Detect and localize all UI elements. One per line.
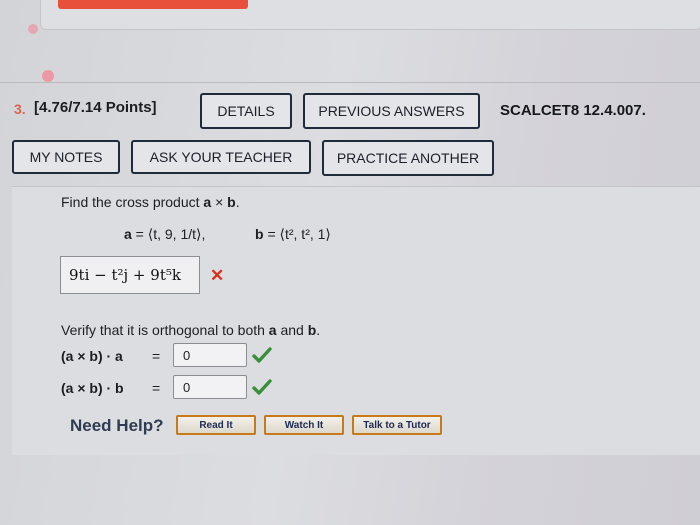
prompt-text: Find the cross product [61, 194, 204, 210]
my-notes-button[interactable]: MY NOTES [12, 140, 120, 174]
vector-a-label: a [124, 226, 132, 242]
verify-prompt: Verify that it is orthogonal to both a a… [61, 322, 320, 338]
talk-to-tutor-button[interactable]: Talk to a Tutor [352, 415, 442, 435]
question-points: [4.76/7.14 Points] [34, 99, 157, 116]
cross-product-answer-field[interactable]: 9ti − t²j + 9t⁵k [60, 256, 200, 294]
question-divider [0, 82, 700, 83]
details-button[interactable]: DETAILS [200, 93, 292, 129]
dot-b-label: (a × b) · b [61, 380, 124, 396]
prompt-times: × [211, 194, 228, 210]
question-number: 3. [14, 101, 26, 117]
dot-a-equals: = [152, 348, 161, 364]
problem-prompt: Find the cross product a × b. [61, 194, 240, 210]
verify-vector-b: b [307, 322, 317, 338]
dot-b-equals: = [152, 380, 161, 396]
dot-b-input[interactable]: 0 [173, 375, 247, 399]
practice-another-button[interactable]: PRACTICE ANOTHER [322, 140, 494, 176]
incorrect-icon: ✕ [210, 266, 225, 285]
correct-check-icon [252, 379, 272, 395]
read-it-button[interactable]: Read It [176, 415, 256, 435]
verify-and: and [276, 322, 308, 338]
verify-period: . [316, 322, 321, 338]
prompt-vector-b: b [227, 194, 236, 210]
progress-bar-accent [58, 0, 248, 9]
vector-a-value: = ⟨t, 9, 1/t⟩, [131, 226, 206, 242]
dot-a-input[interactable]: 0 [173, 343, 247, 367]
ask-teacher-button[interactable]: ASK YOUR TEACHER [131, 140, 311, 174]
cross-product-answer: 9ti − t²j + 9t⁵k [69, 266, 181, 284]
glare-dot [42, 70, 54, 82]
correct-check-icon [252, 347, 272, 363]
glare-dot [28, 24, 38, 34]
vector-b-value: = ⟨t², t², 1⟩ [263, 226, 331, 242]
verify-text: Verify that it is orthogonal to both [61, 322, 269, 338]
vector-b-definition: b = ⟨t², t², 1⟩ [255, 226, 331, 243]
prompt-period: . [235, 194, 240, 210]
verify-vector-a: a [268, 322, 277, 338]
textbook-reference: SCALCET8 12.4.007. [500, 102, 646, 119]
vector-b-label: b [255, 226, 264, 242]
previous-answers-button[interactable]: PREVIOUS ANSWERS [303, 93, 480, 129]
dot-a-label: (a × b) · a [61, 348, 123, 364]
need-help-heading: Need Help? [70, 416, 164, 435]
vector-a-definition: a = ⟨t, 9, 1/t⟩, [124, 226, 205, 243]
watch-it-button[interactable]: Watch It [264, 415, 344, 435]
